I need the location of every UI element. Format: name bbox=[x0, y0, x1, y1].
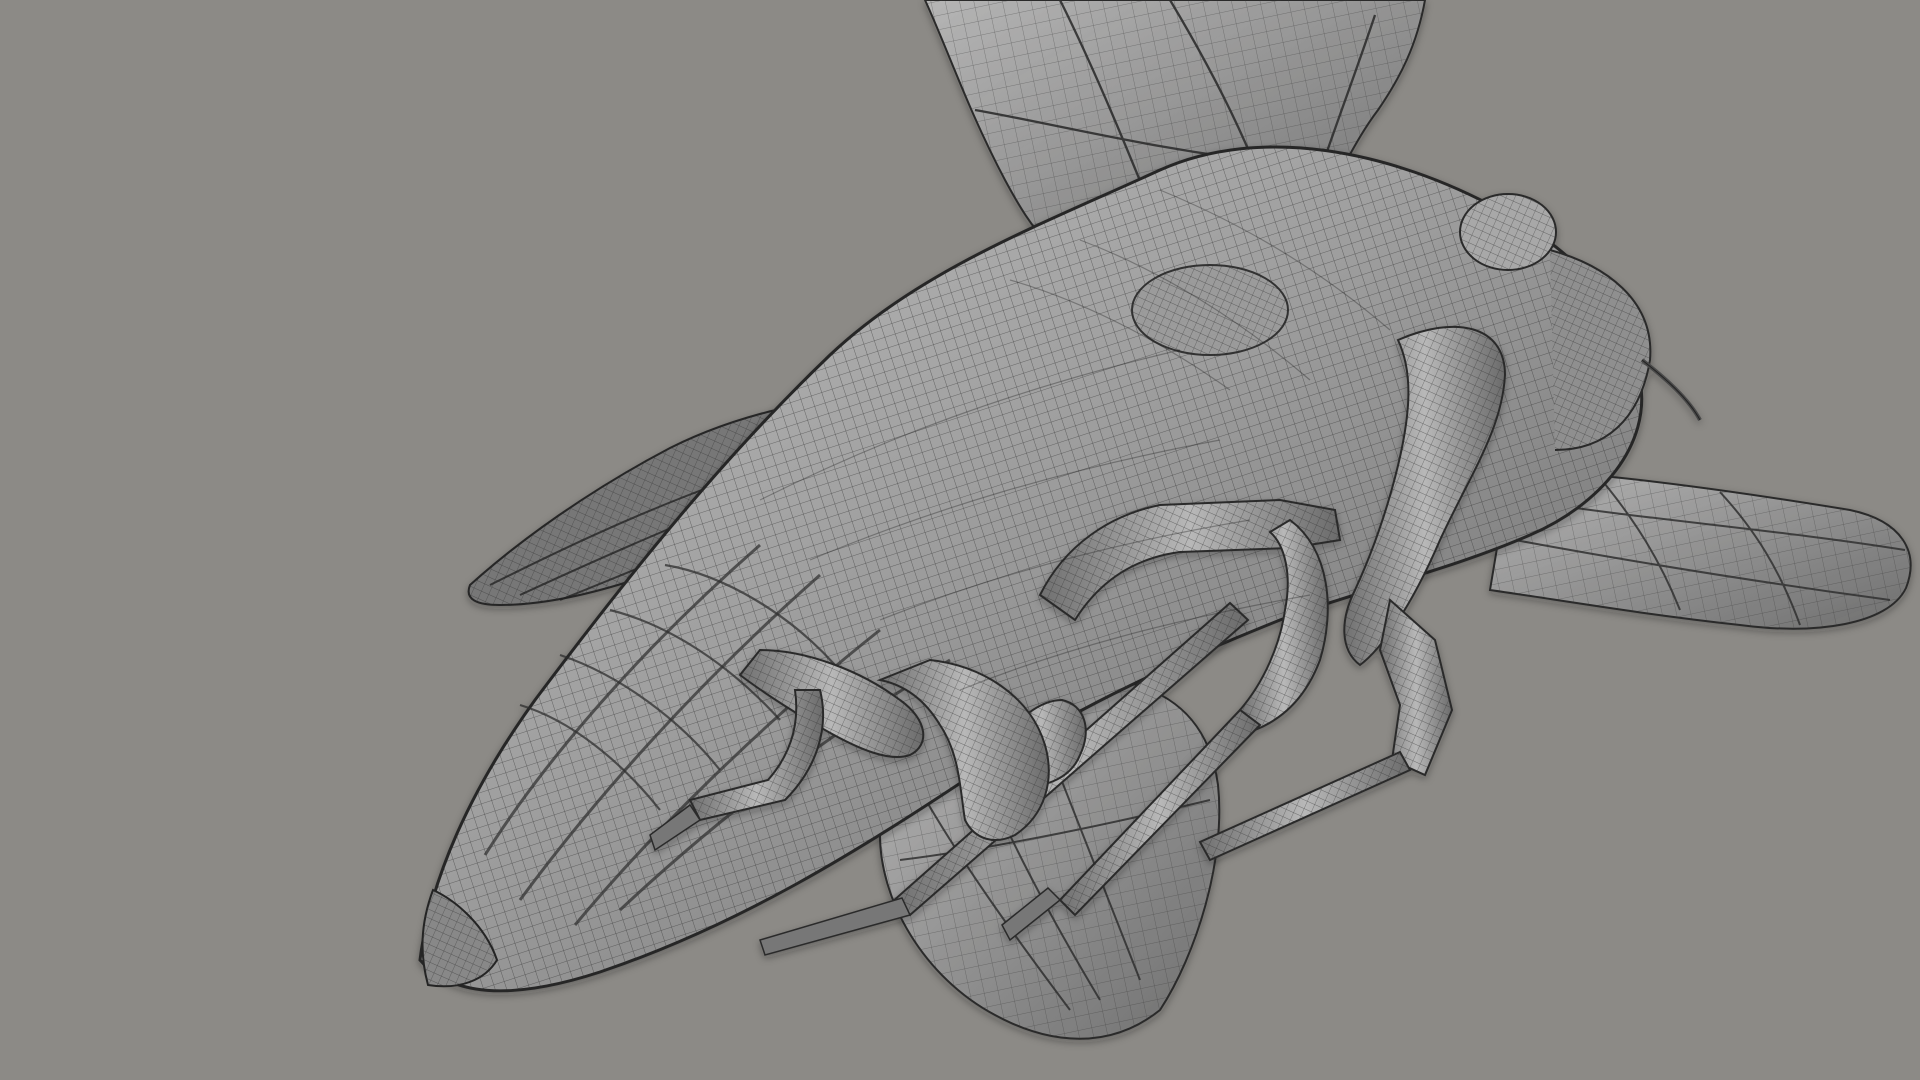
3d-viewport[interactable] bbox=[0, 0, 1920, 1080]
model-render[interactable] bbox=[0, 0, 1920, 1080]
